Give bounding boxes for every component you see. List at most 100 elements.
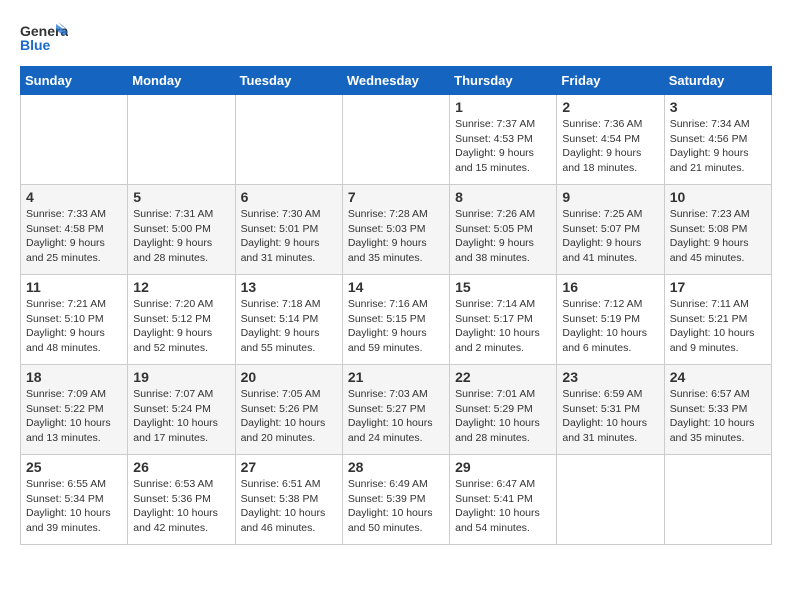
weekday-header-friday: Friday xyxy=(557,67,664,95)
calendar-cell: 14 Sunrise: 7:16 AM Sunset: 5:15 PM Dayli… xyxy=(342,275,449,365)
day-number: 21 xyxy=(348,369,444,385)
svg-text:Blue: Blue xyxy=(20,37,51,53)
day-info: Sunrise: 7:18 AM Sunset: 5:14 PM Dayligh… xyxy=(241,297,337,356)
day-info: Sunrise: 7:05 AM Sunset: 5:26 PM Dayligh… xyxy=(241,387,337,446)
day-info: Sunrise: 7:23 AM Sunset: 5:08 PM Dayligh… xyxy=(670,207,766,266)
day-number: 19 xyxy=(133,369,229,385)
day-info: Sunrise: 6:51 AM Sunset: 5:38 PM Dayligh… xyxy=(241,477,337,536)
day-info: Sunrise: 7:03 AM Sunset: 5:27 PM Dayligh… xyxy=(348,387,444,446)
day-number: 27 xyxy=(241,459,337,475)
day-info: Sunrise: 7:36 AM Sunset: 4:54 PM Dayligh… xyxy=(562,117,658,176)
day-number: 15 xyxy=(455,279,551,295)
day-info: Sunrise: 6:53 AM Sunset: 5:36 PM Dayligh… xyxy=(133,477,229,536)
day-number: 25 xyxy=(26,459,122,475)
weekday-header-thursday: Thursday xyxy=(450,67,557,95)
day-number: 20 xyxy=(241,369,337,385)
calendar-cell: 9Sunrise: 7:25 AM Sunset: 5:07 PM Daylig… xyxy=(557,185,664,275)
day-number: 24 xyxy=(670,369,766,385)
calendar-cell: 24 Sunrise: 6:57 AM Sunset: 5:33 PM Dayli… xyxy=(664,365,771,455)
day-number: 1 xyxy=(455,99,551,115)
logo-bird-icon: General Blue xyxy=(20,20,68,56)
calendar-cell: 1 Sunrise: 7:37 AM Sunset: 4:53 PM Daylig… xyxy=(450,95,557,185)
day-info: Sunrise: 7:33 AM Sunset: 4:58 PM Dayligh… xyxy=(26,207,122,266)
calendar-cell: 29 Sunrise: 6:47 AM Sunset: 5:41 PM Dayli… xyxy=(450,455,557,545)
week-row-2: 4 Sunrise: 7:33 AM Sunset: 4:58 PM Daylig… xyxy=(21,185,772,275)
week-row-4: 18Sunrise: 7:09 AM Sunset: 5:22 PM Dayli… xyxy=(21,365,772,455)
day-info: Sunrise: 7:01 AM Sunset: 5:29 PM Dayligh… xyxy=(455,387,551,446)
calendar-cell: 23 Sunrise: 6:59 AM Sunset: 5:31 PM Dayli… xyxy=(557,365,664,455)
day-info: Sunrise: 7:28 AM Sunset: 5:03 PM Dayligh… xyxy=(348,207,444,266)
day-info: Sunrise: 7:16 AM Sunset: 5:15 PM Dayligh… xyxy=(348,297,444,356)
day-number: 14 xyxy=(348,279,444,295)
day-number: 29 xyxy=(455,459,551,475)
week-row-1: 1 Sunrise: 7:37 AM Sunset: 4:53 PM Daylig… xyxy=(21,95,772,185)
calendar-cell: 20 Sunrise: 7:05 AM Sunset: 5:26 PM Dayli… xyxy=(235,365,342,455)
day-number: 6 xyxy=(241,189,337,205)
day-info: Sunrise: 7:20 AM Sunset: 5:12 PM Dayligh… xyxy=(133,297,229,356)
calendar-cell xyxy=(128,95,235,185)
day-info: Sunrise: 7:34 AM Sunset: 4:56 PM Dayligh… xyxy=(670,117,766,176)
calendar-cell: 11 Sunrise: 7:21 AM Sunset: 5:10 PM Dayli… xyxy=(21,275,128,365)
calendar-cell: 13 Sunrise: 7:18 AM Sunset: 5:14 PM Dayli… xyxy=(235,275,342,365)
calendar-cell xyxy=(664,455,771,545)
day-number: 2 xyxy=(562,99,658,115)
day-info: Sunrise: 6:59 AM Sunset: 5:31 PM Dayligh… xyxy=(562,387,658,446)
calendar-cell: 16 Sunrise: 7:12 AM Sunset: 5:19 PM Dayli… xyxy=(557,275,664,365)
calendar-cell xyxy=(342,95,449,185)
day-info: Sunrise: 7:11 AM Sunset: 5:21 PM Dayligh… xyxy=(670,297,766,356)
day-info: Sunrise: 6:47 AM Sunset: 5:41 PM Dayligh… xyxy=(455,477,551,536)
day-number: 17 xyxy=(670,279,766,295)
day-info: Sunrise: 7:26 AM Sunset: 5:05 PM Dayligh… xyxy=(455,207,551,266)
day-info: Sunrise: 7:30 AM Sunset: 5:01 PM Dayligh… xyxy=(241,207,337,266)
day-number: 22 xyxy=(455,369,551,385)
day-info: Sunrise: 7:21 AM Sunset: 5:10 PM Dayligh… xyxy=(26,297,122,356)
day-info: Sunrise: 6:55 AM Sunset: 5:34 PM Dayligh… xyxy=(26,477,122,536)
calendar-cell xyxy=(235,95,342,185)
day-info: Sunrise: 6:49 AM Sunset: 5:39 PM Dayligh… xyxy=(348,477,444,536)
weekday-header-monday: Monday xyxy=(128,67,235,95)
day-number: 4 xyxy=(26,189,122,205)
day-info: Sunrise: 7:07 AM Sunset: 5:24 PM Dayligh… xyxy=(133,387,229,446)
day-number: 23 xyxy=(562,369,658,385)
week-row-5: 25 Sunrise: 6:55 AM Sunset: 5:34 PM Dayli… xyxy=(21,455,772,545)
weekday-header-tuesday: Tuesday xyxy=(235,67,342,95)
calendar-cell: 27 Sunrise: 6:51 AM Sunset: 5:38 PM Dayli… xyxy=(235,455,342,545)
calendar-cell: 15 Sunrise: 7:14 AM Sunset: 5:17 PM Dayli… xyxy=(450,275,557,365)
calendar-table: SundayMondayTuesdayWednesdayThursdayFrid… xyxy=(20,66,772,545)
calendar-cell xyxy=(21,95,128,185)
calendar-cell: 5 Sunrise: 7:31 AM Sunset: 5:00 PM Daylig… xyxy=(128,185,235,275)
day-info: Sunrise: 7:37 AM Sunset: 4:53 PM Dayligh… xyxy=(455,117,551,176)
day-number: 7 xyxy=(348,189,444,205)
day-number: 8 xyxy=(455,189,551,205)
day-info: Sunrise: 7:31 AM Sunset: 5:00 PM Dayligh… xyxy=(133,207,229,266)
day-number: 16 xyxy=(562,279,658,295)
calendar-cell xyxy=(557,455,664,545)
calendar-cell: 25 Sunrise: 6:55 AM Sunset: 5:34 PM Dayli… xyxy=(21,455,128,545)
calendar-cell: 21 Sunrise: 7:03 AM Sunset: 5:27 PM Dayli… xyxy=(342,365,449,455)
day-number: 28 xyxy=(348,459,444,475)
calendar-cell: 19 Sunrise: 7:07 AM Sunset: 5:24 PM Dayli… xyxy=(128,365,235,455)
logo: General Blue xyxy=(20,20,68,56)
calendar-cell: 22 Sunrise: 7:01 AM Sunset: 5:29 PM Dayli… xyxy=(450,365,557,455)
weekday-header-wednesday: Wednesday xyxy=(342,67,449,95)
day-number: 13 xyxy=(241,279,337,295)
calendar-cell: 18Sunrise: 7:09 AM Sunset: 5:22 PM Dayli… xyxy=(21,365,128,455)
calendar-cell: 7 Sunrise: 7:28 AM Sunset: 5:03 PM Daylig… xyxy=(342,185,449,275)
calendar-cell: 3 Sunrise: 7:34 AM Sunset: 4:56 PM Daylig… xyxy=(664,95,771,185)
day-number: 12 xyxy=(133,279,229,295)
day-number: 3 xyxy=(670,99,766,115)
day-number: 5 xyxy=(133,189,229,205)
day-number: 26 xyxy=(133,459,229,475)
day-info: Sunrise: 6:57 AM Sunset: 5:33 PM Dayligh… xyxy=(670,387,766,446)
weekday-header-sunday: Sunday xyxy=(21,67,128,95)
day-info: Sunrise: 7:12 AM Sunset: 5:19 PM Dayligh… xyxy=(562,297,658,356)
calendar-cell: 28 Sunrise: 6:49 AM Sunset: 5:39 PM Dayli… xyxy=(342,455,449,545)
calendar-cell: 4 Sunrise: 7:33 AM Sunset: 4:58 PM Daylig… xyxy=(21,185,128,275)
header: General Blue xyxy=(20,20,772,56)
calendar-cell: 6 Sunrise: 7:30 AM Sunset: 5:01 PM Daylig… xyxy=(235,185,342,275)
calendar-cell: 2 Sunrise: 7:36 AM Sunset: 4:54 PM Daylig… xyxy=(557,95,664,185)
day-info: Sunrise: 7:14 AM Sunset: 5:17 PM Dayligh… xyxy=(455,297,551,356)
day-info: Sunrise: 7:09 AM Sunset: 5:22 PM Dayligh… xyxy=(26,387,122,446)
day-number: 11 xyxy=(26,279,122,295)
day-number: 10 xyxy=(670,189,766,205)
